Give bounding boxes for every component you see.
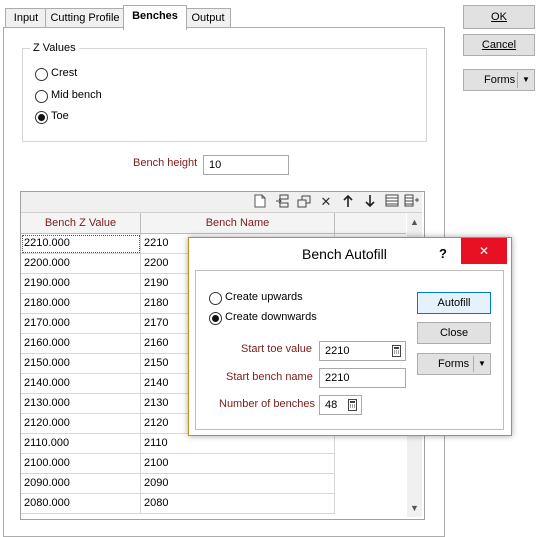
create-upwards-radio[interactable] [209, 292, 222, 305]
crest-radio[interactable] [35, 68, 48, 81]
toe-label: Toe [51, 110, 69, 122]
crest-label: Crest [51, 67, 78, 79]
bench-z-cell[interactable]: 2100.000 [21, 454, 141, 474]
start-toe-label: Start toe value [241, 343, 312, 355]
move-up-icon[interactable] [340, 194, 356, 210]
bench-name-cell[interactable]: 2100 [141, 454, 335, 474]
bench-autofill-dialog: Bench Autofill ? ✕ Create upwards Create… [188, 237, 512, 436]
bench-z-cell[interactable]: 2160.000 [21, 334, 141, 354]
num-benches-label: Number of benches [219, 398, 315, 410]
bench-height-label: Bench height [133, 157, 198, 169]
help-button[interactable]: ? [439, 246, 447, 261]
new-row-icon[interactable] [252, 194, 268, 210]
move-down-icon[interactable] [362, 194, 378, 210]
table-row[interactable]: 2090.000 2090 [21, 474, 406, 494]
table-row[interactable]: 2100.000 2100 [21, 454, 406, 474]
autofill-button[interactable]: Autofill [417, 292, 491, 314]
forms-button[interactable]: Forms ▼ [463, 69, 535, 91]
bench-name-cell[interactable]: 2110 [141, 434, 335, 454]
bench-z-cell[interactable]: 2090.000 [21, 474, 141, 494]
cancel-button[interactable]: Cancel [463, 34, 535, 56]
grid-toolbar: ✕ [21, 192, 422, 213]
column-header-bench-z[interactable]: Bench Z Value [21, 213, 141, 233]
start-toe-input[interactable]: 2210 [319, 341, 406, 361]
bench-z-cell[interactable]: 2170.000 [21, 314, 141, 334]
start-bench-input[interactable]: 2210 [319, 368, 406, 388]
scroll-up-icon[interactable]: ▲ [410, 217, 419, 227]
delete-row-icon[interactable]: ✕ [318, 194, 334, 210]
bench-name-cell[interactable]: 2080 [141, 494, 335, 514]
start-bench-label: Start bench name [226, 371, 313, 383]
mid-bench-label: Mid bench [51, 89, 102, 101]
bench-z-cell[interactable]: 2180.000 [21, 294, 141, 314]
z-values-title: Z Values [30, 42, 79, 54]
bench-z-cell[interactable]: 2200.000 [21, 254, 141, 274]
column-header-bench-name[interactable]: Bench Name [141, 213, 335, 233]
bench-z-cell[interactable]: 2190.000 [21, 274, 141, 294]
add-column-icon[interactable] [404, 194, 420, 210]
bench-z-cell[interactable]: 2080.000 [21, 494, 141, 514]
table-row[interactable]: 2110.000 2110 [21, 434, 406, 454]
mid-bench-radio[interactable] [35, 90, 48, 103]
tab-input[interactable]: Input [5, 8, 47, 29]
create-upwards-label: Create upwards [225, 291, 303, 303]
grid-header: Bench Z Value Bench Name [21, 213, 406, 234]
dialog-close-button[interactable]: ✕ [461, 238, 507, 264]
bench-z-cell[interactable]: 2130.000 [21, 394, 141, 414]
dialog-body: Create upwards Create downwards Start to… [195, 270, 504, 430]
dialog-close-btn[interactable]: Close [417, 322, 491, 344]
ok-button[interactable]: OK [463, 5, 535, 29]
calculator-icon[interactable] [348, 399, 357, 417]
chevron-down-icon[interactable]: ▼ [478, 354, 486, 374]
bench-z-cell[interactable]: 2150.000 [21, 354, 141, 374]
scroll-down-icon[interactable]: ▼ [410, 503, 419, 513]
bench-name-cell[interactable]: 2090 [141, 474, 335, 494]
create-downwards-radio[interactable] [209, 312, 222, 325]
create-downwards-label: Create downwards [225, 311, 317, 323]
table-row[interactable]: 2080.000 2080 [21, 494, 406, 514]
close-icon: ✕ [478, 244, 490, 258]
bench-height-input[interactable]: 10 [203, 155, 289, 175]
table-icon[interactable] [384, 194, 400, 210]
bench-z-cell[interactable]: 2140.000 [21, 374, 141, 394]
tab-cutting-profile[interactable]: Cutting Profile [45, 8, 125, 29]
num-benches-input[interactable]: 48 [319, 395, 362, 415]
chevron-down-icon[interactable]: ▼ [522, 70, 530, 90]
insert-row-icon[interactable] [274, 194, 290, 210]
bench-z-cell[interactable]: 2120.000 [21, 414, 141, 434]
calculator-icon[interactable] [392, 345, 401, 363]
copy-row-icon[interactable] [296, 194, 312, 210]
bench-z-cell[interactable]: 2210.000 [21, 234, 141, 254]
bench-z-cell[interactable]: 2110.000 [21, 434, 141, 454]
tab-output[interactable]: Output [185, 8, 231, 29]
tab-benches[interactable]: Benches [123, 5, 187, 30]
dialog-title: Bench Autofill [302, 246, 387, 262]
dialog-forms-button[interactable]: Forms ▼ [417, 353, 491, 375]
toe-radio[interactable] [35, 111, 48, 124]
dialog-titlebar[interactable]: Bench Autofill ? ✕ [189, 238, 509, 270]
